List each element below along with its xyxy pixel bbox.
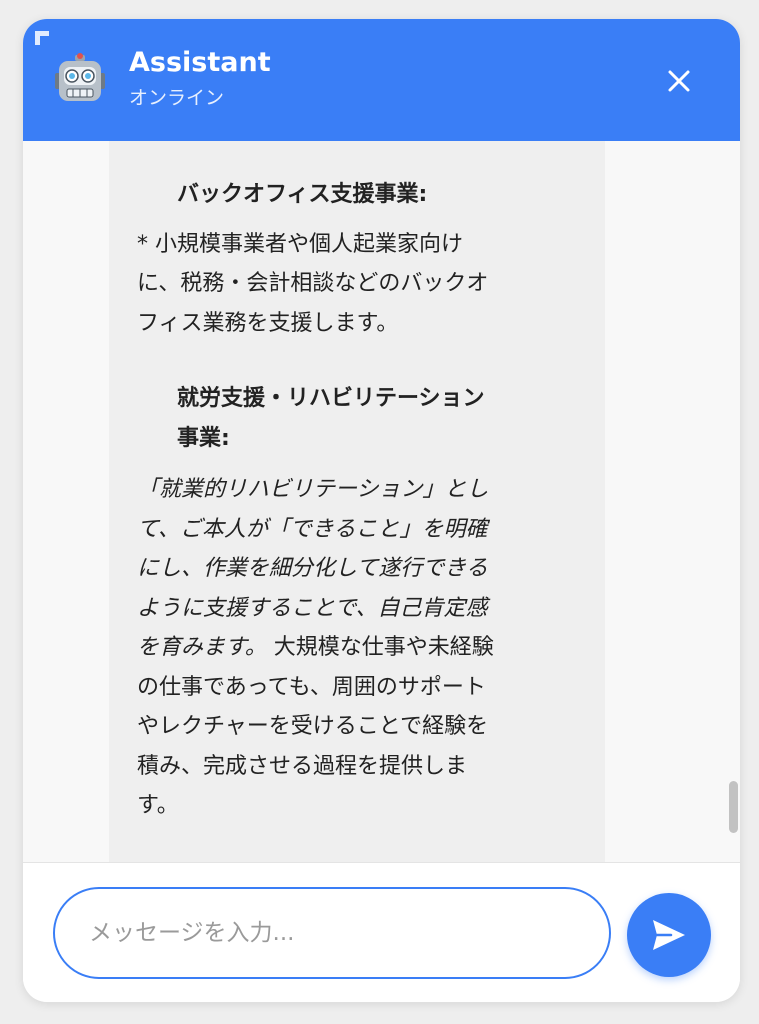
italic-segment: を育みます。 xyxy=(137,635,267,660)
resize-handle[interactable] xyxy=(35,31,49,45)
message-line: フィス業務を支援します。 xyxy=(137,310,399,336)
close-button[interactable] xyxy=(657,59,701,103)
message-line: す。 xyxy=(137,793,179,818)
close-icon xyxy=(668,70,690,92)
send-icon xyxy=(653,920,685,950)
chat-widget: Assistant オンライン バックオフィス支援事業: * 小規模事業者や個人… xyxy=(23,19,740,1002)
message-line: にし、作業を細分化して遂行できる xyxy=(137,556,488,581)
plain-segment: 大規模な仕事や未経験 xyxy=(266,635,494,660)
send-button[interactable] xyxy=(627,893,711,977)
message-line: やレクチャーを受けることで経験を xyxy=(137,714,489,739)
message-list[interactable]: バックオフィス支援事業: * 小規模事業者や個人起業家向け に、税務・会計相談な… xyxy=(23,141,740,862)
message-line: ように支援することで、自己肯定感 xyxy=(137,595,488,621)
section-heading: 事業: xyxy=(177,425,230,451)
chat-header: Assistant オンライン xyxy=(23,19,740,141)
composer-bar xyxy=(23,862,740,1002)
message-content: バックオフィス支援事業: * 小規模事業者や個人起業家向け に、税務・会計相談な… xyxy=(137,175,587,826)
online-status: オンライン xyxy=(129,87,225,109)
assistant-name: Assistant xyxy=(129,47,271,78)
section-heading: 就労支援・リハビリテーション xyxy=(177,386,485,411)
message-line: 積み、完成させる過程を提供しま xyxy=(137,753,468,779)
message-line: 「就業的リハビリテーション」とし xyxy=(137,477,489,502)
message-line: の仕事であっても、周囲のサポート xyxy=(137,674,486,700)
message-line: を育みます。 大規模な仕事や未経験 xyxy=(137,628,587,668)
assistant-message-bubble: バックオフィス支援事業: * 小規模事業者や個人起業家向け に、税務・会計相談な… xyxy=(109,141,605,862)
message-line: て、ご本人が「できること」を明確 xyxy=(137,516,488,542)
message-input[interactable] xyxy=(53,887,611,979)
scrollbar-thumb[interactable] xyxy=(729,781,738,833)
robot-face-icon xyxy=(55,53,105,101)
message-line: * 小規模事業者や個人起業家向け xyxy=(137,231,463,257)
message-line: に、税務・会計相談などのバックオ xyxy=(137,271,489,296)
section-heading: バックオフィス支援事業: xyxy=(177,182,428,207)
